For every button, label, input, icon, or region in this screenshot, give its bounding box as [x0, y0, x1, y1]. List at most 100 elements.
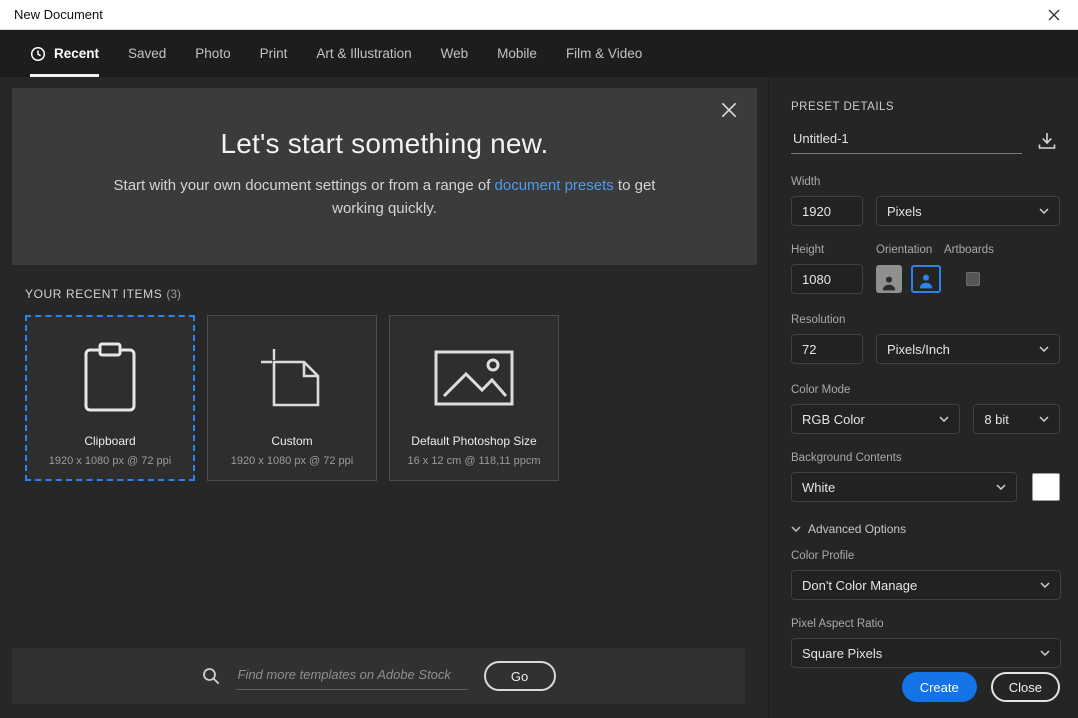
resolution-unit-value: Pixels/Inch [887, 341, 950, 357]
pixel-aspect-ratio-value: Square Pixels [802, 645, 883, 661]
clipboard-icon [84, 342, 136, 412]
chevron-down-icon [996, 484, 1006, 490]
height-label: Height [791, 244, 825, 256]
advanced-options-label: Advanced Options [808, 522, 907, 536]
document-presets-link[interactable]: document presets [495, 177, 614, 194]
color-profile-value: Don't Color Manage [802, 577, 918, 593]
tab-label: Art & Illustration [316, 46, 412, 61]
tab-film-video[interactable]: Film & Video [566, 30, 642, 77]
tab-photo[interactable]: Photo [195, 30, 230, 77]
hero-banner: Let's start something new. Start with yo… [12, 88, 757, 265]
title-bar: New Document [0, 0, 1078, 30]
go-button[interactable]: Go [483, 661, 556, 691]
orientation-label: Orientation [876, 244, 933, 256]
clock-icon [30, 46, 46, 61]
resolution-input[interactable] [791, 334, 863, 364]
tab-recent[interactable]: Recent [30, 30, 100, 77]
landscape-orientation-icon[interactable] [911, 265, 941, 293]
stock-search-input[interactable] [235, 662, 468, 690]
tab-web[interactable]: Web [441, 30, 469, 77]
download-icon [1038, 133, 1056, 149]
height-labels-row: Height Orientation Artboards [791, 244, 1060, 256]
background-contents-value: White [802, 479, 836, 495]
bit-depth-dropdown[interactable]: 8 bit [973, 404, 1060, 434]
color-mode-label: Color Mode [791, 384, 851, 396]
color-profile-label: Color Profile [791, 550, 855, 562]
bit-depth-value: 8 bit [984, 411, 1009, 427]
recent-items-grid: Clipboard 1920 x 1080 px @ 72 ppi Custom… [25, 315, 768, 481]
hero-title: Let's start something new. [220, 128, 549, 159]
hero-close-button[interactable] [721, 102, 739, 120]
adobe-stock-search-bar: Go [12, 648, 745, 704]
chevron-down-icon [1039, 346, 1049, 352]
card-icon-wrap [390, 336, 558, 420]
document-name-input[interactable] [791, 127, 1022, 154]
background-contents-row: White [791, 472, 1060, 502]
color-mode-dropdown[interactable]: RGB Color [791, 404, 961, 434]
window-title: New Document [14, 7, 103, 22]
pixel-aspect-ratio-dropdown[interactable]: Square Pixels [791, 638, 1061, 668]
card-spec: 1920 x 1080 px @ 72 ppi [48, 455, 172, 467]
tab-art-illustration[interactable]: Art & Illustration [316, 30, 411, 77]
tab-saved[interactable]: Saved [128, 30, 166, 77]
tab-print[interactable]: Print [260, 30, 288, 77]
artboards-checkbox[interactable] [966, 272, 980, 286]
tab-label: Mobile [497, 46, 537, 61]
height-row [791, 264, 1060, 294]
card-title: Clipboard [84, 434, 136, 448]
save-preset-button[interactable] [1034, 128, 1060, 154]
background-contents-dropdown[interactable]: White [791, 472, 1017, 502]
card-icon-wrap [27, 336, 193, 420]
tab-label: Recent [54, 46, 100, 61]
tab-mobile[interactable]: Mobile [497, 30, 537, 77]
person-icon [882, 276, 896, 291]
recent-item-default-photoshop-size[interactable]: Default Photoshop Size 16 x 12 cm @ 118,… [389, 315, 559, 481]
advanced-options-toggle[interactable]: Advanced Options [791, 522, 1060, 536]
card-icon-wrap [208, 336, 376, 420]
color-mode-value: RGB Color [802, 411, 865, 427]
person-icon [919, 274, 933, 289]
width-label: Width [791, 176, 821, 188]
recent-items-label: YOUR RECENT ITEMS [25, 287, 163, 301]
card-title: Default Photoshop Size [411, 434, 537, 448]
height-input[interactable] [791, 264, 863, 294]
window-close-button[interactable] [1044, 5, 1064, 25]
color-mode-row: RGB Color 8 bit [791, 404, 1060, 434]
portrait-orientation-icon[interactable] [876, 265, 902, 293]
width-input[interactable] [791, 196, 863, 226]
custom-document-icon [261, 349, 320, 407]
image-icon [434, 350, 514, 406]
recent-items-heading: YOUR RECENT ITEMS (3) [25, 287, 768, 301]
background-contents-label: Background Contents [791, 452, 902, 464]
search-icon [202, 668, 219, 685]
background-color-swatch[interactable] [1032, 473, 1060, 501]
resolution-row: Pixels/Inch [791, 334, 1060, 364]
chevron-down-icon [1040, 650, 1050, 656]
create-button[interactable]: Create [901, 672, 977, 702]
chevron-down-icon [1039, 416, 1049, 422]
document-name-row [791, 127, 1060, 154]
category-tab-bar: Recent Saved Photo Print Art & Illustrat… [0, 30, 1078, 77]
preset-details-panel: PRESET DETAILS Width Pixels Height Orien… [768, 77, 1078, 718]
chevron-down-icon [939, 416, 949, 422]
recent-item-custom[interactable]: Custom 1920 x 1080 px @ 72 ppi [207, 315, 377, 481]
close-button[interactable]: Close [990, 672, 1060, 702]
card-spec: 16 x 12 cm @ 118,11 ppcm [407, 455, 541, 467]
recent-items-count: (3) [166, 287, 181, 301]
card-spec: 1920 x 1080 px @ 72 ppi [230, 455, 354, 467]
pixel-aspect-ratio-label: Pixel Aspect Ratio [791, 618, 884, 630]
color-profile-dropdown[interactable]: Don't Color Manage [791, 570, 1061, 600]
artboards-label: Artboards [944, 244, 994, 256]
chevron-down-icon [1040, 582, 1050, 588]
tab-label: Photo [195, 46, 231, 61]
preset-details-heading: PRESET DETAILS [791, 101, 895, 113]
main-content: Let's start something new. Start with yo… [0, 77, 768, 718]
width-unit-dropdown[interactable]: Pixels [876, 196, 1060, 226]
close-icon [1048, 9, 1060, 20]
hero-subtitle: Start with your own document settings or… [90, 174, 680, 221]
hero-text-before: Start with your own document settings or… [113, 177, 495, 194]
chevron-down-icon [1039, 208, 1049, 214]
resolution-unit-dropdown[interactable]: Pixels/Inch [876, 334, 1060, 364]
recent-item-clipboard[interactable]: Clipboard 1920 x 1080 px @ 72 ppi [25, 315, 195, 481]
resolution-label: Resolution [791, 314, 846, 326]
